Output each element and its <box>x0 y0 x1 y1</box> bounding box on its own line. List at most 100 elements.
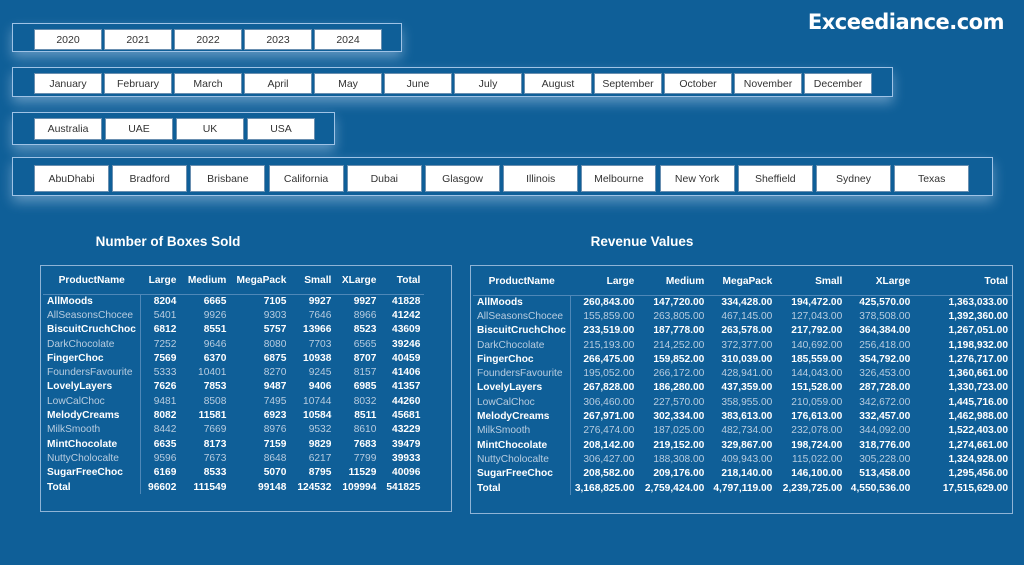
table-row: AllSeasonsChocee 155,859.00 263,805.00 467,… <box>473 309 1012 324</box>
year-option[interactable]: 2020 <box>34 29 102 50</box>
city-option[interactable]: Melbourne <box>581 165 657 192</box>
year-option[interactable]: 2023 <box>244 29 312 50</box>
month-option[interactable]: March <box>174 73 242 94</box>
country-option[interactable]: Australia <box>34 118 102 140</box>
value-cell: 302,334.00 <box>653 411 705 423</box>
month-option[interactable]: July <box>454 73 522 94</box>
value-cell: 198,724.00 <box>791 439 843 451</box>
city-option[interactable]: Dubai <box>346 165 422 192</box>
value-cell: 39246 <box>392 338 421 350</box>
value-cell: 9927 <box>308 295 332 307</box>
country-option[interactable]: UAE <box>105 118 173 140</box>
value-cell: 358,955.00 <box>721 396 773 408</box>
column-header[interactable]: Small <box>290 268 336 295</box>
column-header[interactable]: Medium <box>638 269 709 296</box>
value-cell: 11581 <box>198 410 227 422</box>
month-option[interactable]: October <box>664 73 732 94</box>
value-cell: 218,140.00 <box>721 468 773 480</box>
value-cell: 159,852.00 <box>653 353 705 365</box>
value-cell: 7105 <box>263 295 287 307</box>
value-cell: 8511 <box>354 410 377 422</box>
month-option[interactable]: May <box>314 73 382 94</box>
city-option[interactable]: New York <box>659 165 735 192</box>
column-header[interactable]: XLarge <box>335 268 381 295</box>
value-cell: 194,472.00 <box>791 296 843 308</box>
column-header[interactable]: MegaPack <box>708 269 777 296</box>
product-name-cell: SugarFreeChoc <box>43 465 141 480</box>
total-cell: 124532 <box>297 481 332 493</box>
month-option[interactable]: August <box>524 73 592 94</box>
value-cell: 354,792.00 <box>859 353 911 365</box>
value-cell: 7252 <box>153 338 177 350</box>
product-name-cell: BiscuitCruchChoc <box>473 323 571 338</box>
brand-logo: Exceediance.com <box>807 10 1005 34</box>
year-option[interactable]: 2024 <box>314 29 382 50</box>
product-name-cell: MelodyCreams <box>43 408 141 423</box>
value-cell: 8533 <box>203 467 227 479</box>
boxes-sold-title: Number of Boxes Sold <box>95 234 241 249</box>
value-cell: 7703 <box>308 338 332 350</box>
value-cell: 209,176.00 <box>653 468 705 480</box>
column-header[interactable]: Small <box>776 269 847 296</box>
value-cell: 6565 <box>353 338 377 350</box>
city-option[interactable]: Brisbane <box>190 165 266 192</box>
month-option[interactable]: November <box>734 73 802 94</box>
column-header[interactable]: Large <box>570 269 639 296</box>
product-name-cell: FingerChoc <box>473 352 571 367</box>
total-cell: 17,515,629.00 <box>942 482 1008 494</box>
column-header[interactable]: ProductName <box>43 268 141 295</box>
total-cell: 541825 <box>386 481 421 493</box>
column-header[interactable]: Medium <box>180 268 231 295</box>
value-cell: 6370 <box>203 352 227 364</box>
city-option[interactable]: Sydney <box>816 165 891 192</box>
column-header[interactable]: Total <box>914 269 1012 296</box>
value-cell: 266,475.00 <box>583 353 635 365</box>
month-option[interactable]: June <box>384 73 452 94</box>
city-option[interactable]: Sheffield <box>737 165 813 192</box>
year-option[interactable]: 2021 <box>104 29 172 50</box>
country-option[interactable]: USA <box>247 118 315 140</box>
column-header[interactable]: MegaPack <box>230 268 291 295</box>
value-cell: 140,692.00 <box>791 339 843 351</box>
city-option[interactable]: Bradford <box>112 165 188 192</box>
value-cell: 482,734.00 <box>721 425 773 437</box>
total-cell: 2,759,424.00 <box>644 482 705 494</box>
value-cell: 334,428.00 <box>721 296 773 308</box>
month-option[interactable]: September <box>594 73 662 94</box>
country-option[interactable]: UK <box>176 118 244 140</box>
value-cell: 127,043.00 <box>791 310 843 322</box>
city-option[interactable]: Illinois <box>503 165 579 192</box>
city-option[interactable]: California <box>268 165 344 192</box>
value-cell: 8032 <box>353 395 377 407</box>
value-cell: 409,943.00 <box>721 453 773 465</box>
column-header[interactable]: Large <box>140 268 181 295</box>
table-row: MintChocolate 208,142.00 219,152.00 329,867… <box>473 437 1012 453</box>
value-cell: 217,792.00 <box>791 325 843 337</box>
value-cell: 9532 <box>308 424 332 436</box>
value-cell: 1,462,988.00 <box>948 411 1008 423</box>
city-option[interactable]: Glasgow <box>425 165 500 192</box>
month-option[interactable]: January <box>34 73 102 94</box>
value-cell: 227,570.00 <box>653 396 705 408</box>
value-cell: 208,142.00 <box>583 439 635 451</box>
table-row: NuttyCholocalte 306,427.00 188,308.00 409,9… <box>473 452 1012 467</box>
column-header[interactable]: XLarge <box>846 269 915 296</box>
month-option[interactable]: April <box>244 73 312 94</box>
value-cell: 10584 <box>303 410 332 422</box>
value-cell: 8173 <box>203 438 227 450</box>
value-cell: 40096 <box>392 467 421 479</box>
value-cell: 9245 <box>308 367 332 379</box>
product-name-cell: FoundersFavourite <box>473 366 571 381</box>
column-header[interactable]: ProductName <box>473 269 571 296</box>
value-cell: 10744 <box>303 395 332 407</box>
revenue-table-container: ProductName Large Medium MegaPack Small XLarg… <box>470 265 1013 514</box>
table-row: BiscuitCruchChoc 6812 8551 5757 13966 8523 436… <box>43 322 424 337</box>
value-cell: 8270 <box>263 367 287 379</box>
column-header[interactable]: Total <box>380 268 425 295</box>
year-option[interactable]: 2022 <box>174 29 242 50</box>
city-option[interactable]: AbuDhabi <box>34 165 109 192</box>
month-option[interactable]: February <box>104 73 172 94</box>
value-cell: 263,805.00 <box>653 310 705 322</box>
city-option[interactable]: Texas <box>894 165 970 192</box>
month-option[interactable]: December <box>804 73 872 94</box>
